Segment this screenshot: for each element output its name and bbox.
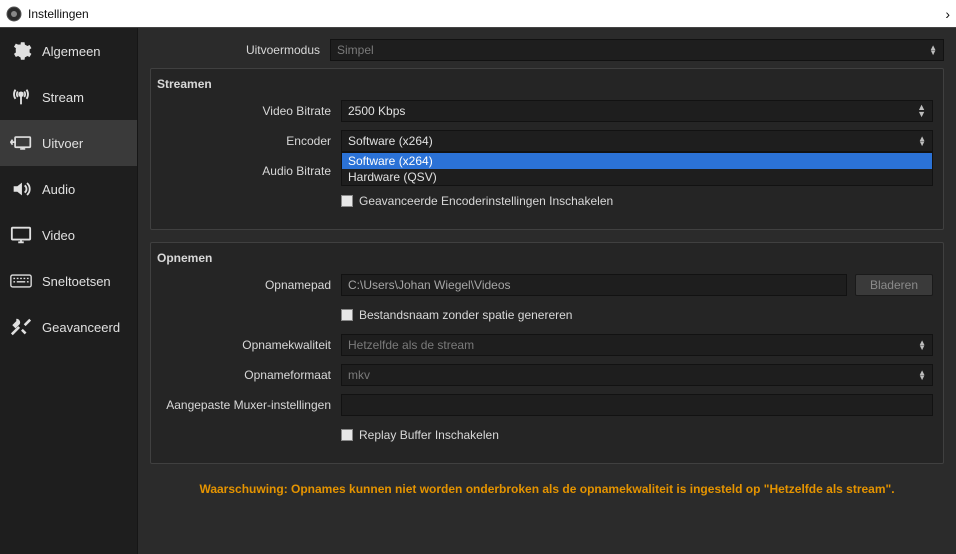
nospace-checkbox-label: Bestandsnaam zonder spatie genereren bbox=[359, 308, 572, 322]
monitor-out-icon bbox=[10, 132, 32, 154]
warning-text: Waarschuwing: Opnames kunnen niet worden… bbox=[150, 476, 944, 496]
muxer-label: Aangepaste Muxer-instellingen bbox=[161, 398, 341, 412]
recording-format-value: mkv bbox=[348, 368, 370, 382]
sidebar-item-uitvoer[interactable]: Uitvoer bbox=[0, 120, 137, 166]
replay-buffer-checkbox-label: Replay Buffer Inschakelen bbox=[359, 428, 499, 442]
checkbox-box-icon bbox=[341, 309, 353, 321]
updown-icon: ▲▼ bbox=[918, 136, 926, 146]
sidebar-item-label: Video bbox=[42, 228, 75, 243]
antenna-icon bbox=[10, 86, 32, 108]
recording-quality-row: Opnamekwaliteit Hetzelfde als de stream … bbox=[161, 333, 933, 357]
replay-buffer-checkbox[interactable]: Replay Buffer Inschakelen bbox=[341, 428, 499, 442]
recording-path-input[interactable]: C:\Users\Johan Wiegel\Videos bbox=[341, 274, 847, 296]
checkbox-box-icon bbox=[341, 429, 353, 441]
updown-icon: ▲▼ bbox=[918, 340, 926, 350]
sidebar-item-stream[interactable]: Stream bbox=[0, 74, 137, 120]
advanced-encoder-checkbox-label: Geavanceerde Encoderinstellingen Inschak… bbox=[359, 194, 613, 208]
sidebar-item-algemeen[interactable]: Algemeen bbox=[0, 28, 137, 74]
settings-sidebar: Algemeen Stream Uitvoer Audio Video bbox=[0, 28, 138, 554]
sidebar-item-sneltoetsen[interactable]: Sneltoetsen bbox=[0, 258, 137, 304]
advanced-encoder-row: Geavanceerde Encoderinstellingen Inschak… bbox=[161, 189, 933, 213]
audio-bitrate-label: Audio Bitrate bbox=[161, 164, 341, 178]
monitor-icon bbox=[10, 224, 32, 246]
encoder-dropdown[interactable]: Software (x264) ▲▼ Software (x264) Hardw… bbox=[341, 130, 933, 152]
encoder-label: Encoder bbox=[161, 134, 341, 148]
keyboard-icon bbox=[10, 270, 32, 292]
sidebar-item-label: Stream bbox=[42, 90, 84, 105]
encoder-option-software[interactable]: Software (x264) bbox=[342, 153, 932, 169]
encoder-dropdown-menu: Software (x264) Hardware (QSV) bbox=[341, 152, 933, 186]
spinner-arrows-icon[interactable]: ▲▼ bbox=[917, 104, 926, 118]
tools-icon bbox=[10, 316, 32, 338]
video-bitrate-label: Video Bitrate bbox=[161, 104, 341, 118]
checkbox-box-icon bbox=[341, 195, 353, 207]
sidebar-item-audio[interactable]: Audio bbox=[0, 166, 137, 212]
video-bitrate-value: 2500 Kbps bbox=[348, 104, 405, 118]
sidebar-item-video[interactable]: Video bbox=[0, 212, 137, 258]
recording-path-label: Opnamepad bbox=[161, 278, 341, 292]
streaming-group: Streamen Video Bitrate 2500 Kbps ▲▼ Enco… bbox=[150, 68, 944, 230]
output-mode-row: Uitvoermodus Simpel ▲▼ bbox=[150, 38, 944, 62]
output-mode-dropdown[interactable]: Simpel ▲▼ bbox=[330, 39, 944, 61]
window-title: Instellingen bbox=[28, 7, 89, 21]
recording-path-row: Opnamepad C:\Users\Johan Wiegel\Videos B… bbox=[161, 273, 933, 297]
encoder-value: Software (x264) bbox=[348, 134, 433, 148]
video-bitrate-row: Video Bitrate 2500 Kbps ▲▼ bbox=[161, 99, 933, 123]
sidebar-item-label: Geavanceerd bbox=[42, 320, 120, 335]
streaming-group-title: Streamen bbox=[157, 77, 933, 91]
recording-quality-dropdown[interactable]: Hetzelfde als de stream ▲▼ bbox=[341, 334, 933, 356]
browse-button[interactable]: Bladeren bbox=[855, 274, 933, 296]
encoder-row: Encoder Software (x264) ▲▼ Software (x26… bbox=[161, 129, 933, 153]
gear-icon bbox=[10, 40, 32, 62]
recording-group-title: Opnemen bbox=[157, 251, 933, 265]
nospace-row: Bestandsnaam zonder spatie genereren bbox=[161, 303, 933, 327]
content: Algemeen Stream Uitvoer Audio Video bbox=[0, 28, 956, 554]
speaker-icon bbox=[10, 178, 32, 200]
sidebar-item-label: Audio bbox=[42, 182, 75, 197]
sidebar-item-label: Uitvoer bbox=[42, 136, 83, 151]
output-mode-label: Uitvoermodus bbox=[150, 43, 330, 57]
output-mode-value: Simpel bbox=[337, 43, 374, 57]
titlebar: Instellingen › bbox=[0, 0, 956, 28]
nospace-checkbox[interactable]: Bestandsnaam zonder spatie genereren bbox=[341, 308, 572, 322]
recording-group: Opnemen Opnamepad C:\Users\Johan Wiegel\… bbox=[150, 242, 944, 464]
recording-path-value: C:\Users\Johan Wiegel\Videos bbox=[348, 278, 511, 292]
window-chevron-icon[interactable]: › bbox=[945, 6, 950, 22]
recording-quality-label: Opnamekwaliteit bbox=[161, 338, 341, 352]
advanced-encoder-checkbox[interactable]: Geavanceerde Encoderinstellingen Inschak… bbox=[341, 194, 613, 208]
sidebar-item-label: Sneltoetsen bbox=[42, 274, 111, 289]
main-panel: Uitvoermodus Simpel ▲▼ Streamen Video Bi… bbox=[138, 28, 956, 554]
recording-format-dropdown[interactable]: mkv ▲▼ bbox=[341, 364, 933, 386]
sidebar-item-geavanceerd[interactable]: Geavanceerd bbox=[0, 304, 137, 350]
recording-format-row: Opnameformaat mkv ▲▼ bbox=[161, 363, 933, 387]
obs-logo-icon bbox=[6, 6, 22, 22]
video-bitrate-input[interactable]: 2500 Kbps ▲▼ bbox=[341, 100, 933, 122]
updown-icon: ▲▼ bbox=[929, 45, 937, 55]
muxer-input[interactable] bbox=[341, 394, 933, 416]
recording-quality-value: Hetzelfde als de stream bbox=[348, 338, 474, 352]
sidebar-item-label: Algemeen bbox=[42, 44, 101, 59]
encoder-option-hardware[interactable]: Hardware (QSV) bbox=[342, 169, 932, 185]
recording-format-label: Opnameformaat bbox=[161, 368, 341, 382]
muxer-row: Aangepaste Muxer-instellingen bbox=[161, 393, 933, 417]
updown-icon: ▲▼ bbox=[918, 370, 926, 380]
replay-row: Replay Buffer Inschakelen bbox=[161, 423, 933, 447]
